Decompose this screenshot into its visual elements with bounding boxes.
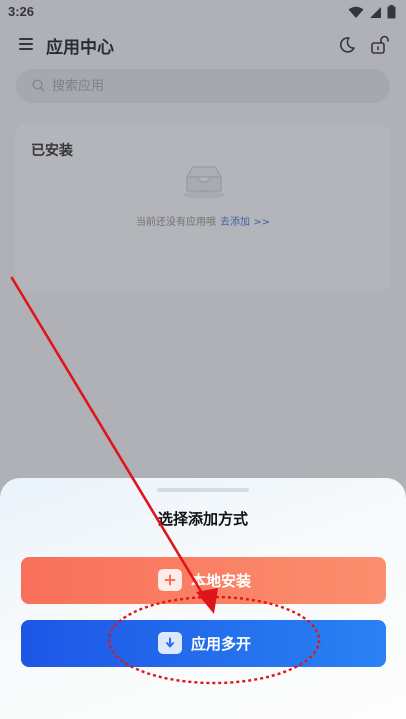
multi-open-label: 应用多开 xyxy=(191,635,252,653)
local-install-button[interactable]: 本地安装 xyxy=(21,557,386,604)
sheet-title: 选择添加方式 xyxy=(157,510,248,528)
add-method-sheet: 选择添加方式 本地安装 应用多开 xyxy=(0,478,406,719)
plus-icon xyxy=(158,569,182,591)
sheet-drag-handle[interactable] xyxy=(157,488,249,492)
download-icon xyxy=(158,632,182,654)
local-install-label: 本地安装 xyxy=(191,572,252,590)
multi-open-button[interactable]: 应用多开 xyxy=(21,620,386,667)
